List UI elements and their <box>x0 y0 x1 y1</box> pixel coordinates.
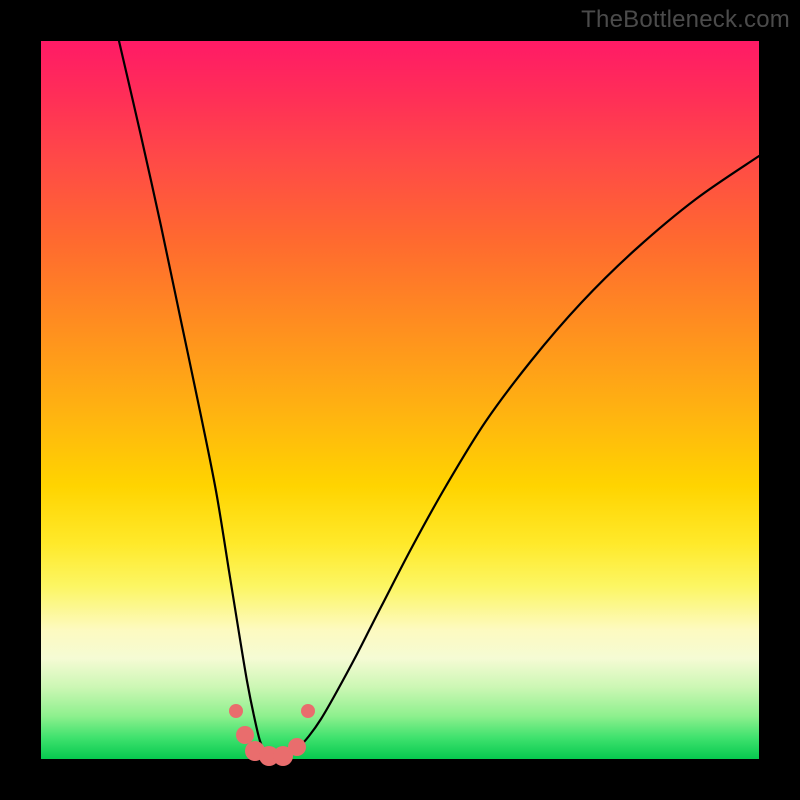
curve-marker <box>288 738 306 756</box>
curve-svg <box>41 41 759 759</box>
chart-frame: TheBottleneck.com <box>0 0 800 800</box>
curve-markers <box>229 704 315 766</box>
watermark-text: TheBottleneck.com <box>581 6 790 34</box>
bottleneck-curve <box>119 41 759 757</box>
plot-area <box>41 41 759 759</box>
curve-marker <box>236 726 254 744</box>
curve-marker <box>229 704 243 718</box>
curve-marker <box>301 704 315 718</box>
